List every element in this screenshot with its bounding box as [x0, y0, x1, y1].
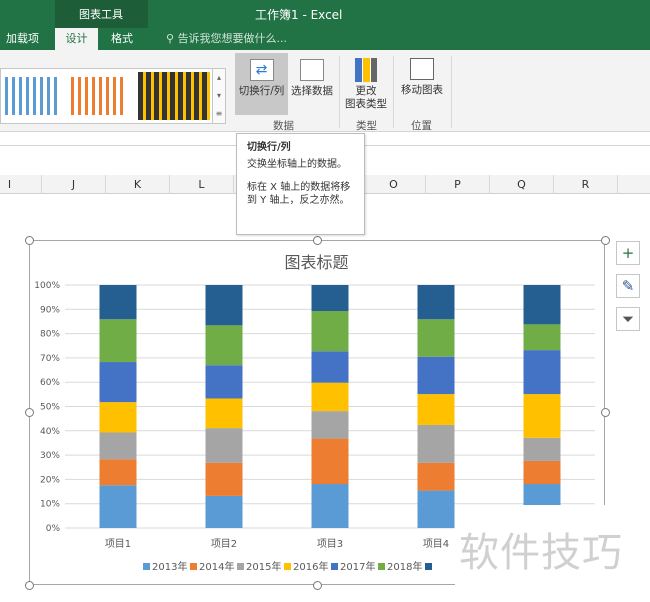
y-tick-label: 80% — [40, 330, 60, 340]
plus-icon: + — [621, 244, 635, 262]
bar-segment — [99, 285, 137, 320]
y-tick-label: 60% — [40, 378, 60, 388]
bar-segment — [205, 365, 243, 399]
resize-handle[interactable] — [601, 236, 610, 245]
legend-swatch — [237, 563, 244, 570]
tooltip-line2: 标在 X 轴上的数据将移到 Y 轴上，反之亦然。 — [247, 182, 351, 206]
bar-segment — [417, 462, 455, 491]
y-tick-label: 90% — [40, 305, 60, 315]
y-tick-label: 10% — [40, 500, 60, 510]
y-tick-label: 100% — [34, 281, 60, 291]
bar-segment — [523, 324, 561, 351]
bar-segment — [523, 460, 561, 485]
x-tick-label: 项目3 — [317, 538, 343, 550]
bar-segment — [99, 319, 137, 363]
bar-segment — [417, 490, 455, 528]
y-tick-label: 30% — [40, 451, 60, 461]
bar-segment — [417, 356, 455, 395]
chart-filters-button[interactable]: ⏷ — [616, 307, 640, 331]
bar-segment — [523, 285, 561, 325]
legend-swatch — [425, 563, 432, 570]
bar-segment — [205, 495, 243, 528]
brush-icon: ✎ — [621, 277, 635, 295]
legend-swatch — [284, 563, 291, 570]
legend-label: 2014年 — [199, 560, 234, 573]
bar-segment — [417, 319, 455, 357]
resize-handle[interactable] — [25, 236, 34, 245]
bar-segment — [311, 411, 349, 439]
filter-icon: ⏷ — [621, 310, 634, 328]
legend-swatch — [331, 563, 338, 570]
watermark: 软件技巧 — [455, 505, 650, 602]
bar-segment — [311, 484, 349, 528]
tab-design-active[interactable]: 设计 — [55, 28, 98, 50]
bar-segment — [99, 459, 137, 486]
x-tick-label: 项目2 — [211, 538, 237, 550]
legend-label: 2015年 — [246, 560, 281, 573]
y-tick-label: 0% — [46, 524, 61, 534]
legend-label: 2018年 — [387, 560, 422, 573]
bar-segment — [311, 382, 349, 412]
bar-segment — [417, 394, 455, 425]
bar-segment — [99, 362, 137, 403]
bar-segment — [523, 394, 561, 438]
bar-segment — [311, 311, 349, 352]
bar-segment — [311, 438, 349, 485]
legend-swatch — [190, 563, 197, 570]
bar-segment — [523, 350, 561, 395]
bar-segment — [205, 285, 243, 326]
y-tick-label: 20% — [40, 475, 60, 485]
bar-segment — [311, 351, 349, 383]
resize-handle[interactable] — [313, 236, 322, 245]
chart-title[interactable]: 图表标题 — [0, 249, 650, 273]
bar-segment — [99, 485, 137, 528]
y-tick-label: 40% — [40, 427, 60, 437]
x-tick-label: 项目4 — [423, 538, 449, 550]
bar-segment — [205, 325, 243, 366]
bar-segment — [99, 402, 137, 433]
legend-label: 2013年 — [152, 560, 187, 573]
bar-segment — [205, 462, 243, 496]
resize-handle[interactable] — [313, 581, 322, 590]
y-tick-label: 70% — [40, 354, 60, 364]
bar-segment — [523, 437, 561, 461]
resize-handle[interactable] — [601, 408, 610, 417]
resize-handle[interactable] — [25, 408, 34, 417]
resize-handle[interactable] — [25, 581, 34, 590]
y-tick-label: 50% — [40, 403, 60, 413]
chart-styles-button[interactable]: ✎ — [616, 274, 640, 298]
tooltip: 切换行/列 交换坐标轴上的数据。 标在 X 轴上的数据将移到 Y 轴上，反之亦然… — [236, 133, 365, 235]
legend-swatch — [378, 563, 385, 570]
legend-label: 2016年 — [293, 560, 328, 573]
bar-segment — [417, 424, 455, 463]
legend-swatch — [143, 563, 150, 570]
x-tick-label: 项目1 — [105, 538, 131, 550]
bar-segment — [311, 285, 349, 312]
tooltip-title: 切换行/列 — [247, 142, 291, 153]
tooltip-line1: 交换坐标轴上的数据。 — [247, 159, 347, 170]
bar-segment — [205, 428, 243, 463]
bar-segment — [417, 285, 455, 320]
bar-segment — [99, 432, 137, 460]
legend-label: 2017年 — [340, 560, 375, 573]
chart-elements-button[interactable]: + — [616, 241, 640, 265]
bar-segment — [205, 398, 243, 429]
